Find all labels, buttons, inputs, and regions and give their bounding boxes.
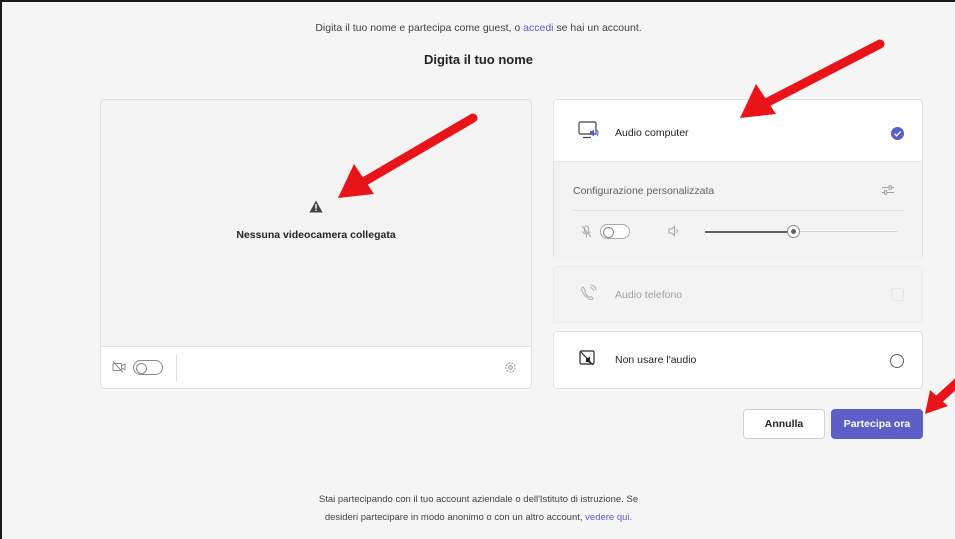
toolbar-divider: [176, 355, 177, 381]
audio-option-none[interactable]: Non usare l'audio: [553, 331, 923, 389]
volume-slider-thumb[interactable]: [787, 225, 800, 238]
no-audio-icon: [579, 350, 595, 366]
phone-option-checkbox: [891, 288, 904, 301]
video-toolbar: [101, 346, 531, 388]
warning-icon: [309, 200, 323, 213]
phone-icon: [581, 284, 597, 301]
speaker-icon: [668, 225, 678, 237]
audio-phone-label: Audio telefono: [615, 289, 683, 301]
selected-check-icon: [891, 127, 904, 140]
signin-hint: Digita il tuo nome e partecipa come gues…: [2, 22, 955, 34]
cancel-button[interactable]: Annulla: [743, 409, 825, 439]
signin-link[interactable]: accedi: [523, 22, 553, 34]
no-camera-message: Nessuna videocamera collegata: [101, 200, 531, 243]
computer-audio-icon: [578, 121, 599, 139]
account-footer-note: Stai partecipando con il tuo account azi…: [2, 491, 955, 527]
annotation-arrow-audio: [740, 39, 885, 118]
audio-none-label: Non usare l'audio: [615, 354, 697, 366]
annotation-arrow-join: [925, 378, 955, 414]
custom-config-label: Configurazione personalizzata: [573, 185, 715, 197]
volume-slider-fill: [705, 230, 793, 233]
annotation-arrow-camera: [338, 113, 478, 198]
join-now-button[interactable]: Partecipa ora: [831, 409, 923, 439]
no-camera-text: Nessuna videocamera collegata: [236, 229, 396, 241]
volume-slider[interactable]: [705, 225, 897, 238]
gear-icon[interactable]: [504, 361, 517, 374]
settings-sliders-icon[interactable]: [881, 184, 895, 196]
camera-toggle[interactable]: [133, 360, 163, 375]
signin-hint-prefix: Digita il tuo nome e partecipa come gues…: [315, 22, 521, 34]
custom-audio-config: Configurazione personalizzata: [554, 161, 922, 260]
camera-off-icon: [112, 361, 126, 373]
signin-hint-suffix: se hai un account.: [556, 22, 642, 34]
see-here-link[interactable]: vedere qui.: [585, 512, 632, 523]
footer-line-1: Stai partecipando con il tuo account azi…: [318, 494, 639, 505]
mic-toggle[interactable]: [600, 224, 630, 239]
audio-computer-label: Audio computer: [615, 127, 689, 139]
no-audio-radio[interactable]: [890, 354, 904, 368]
footer-line-2: desideri partecipare in modo anonimo o c…: [324, 512, 583, 523]
mic-off-icon: [581, 225, 592, 238]
custom-divider: [573, 210, 903, 211]
audio-option-phone[interactable]: Audio telefono: [553, 266, 923, 323]
